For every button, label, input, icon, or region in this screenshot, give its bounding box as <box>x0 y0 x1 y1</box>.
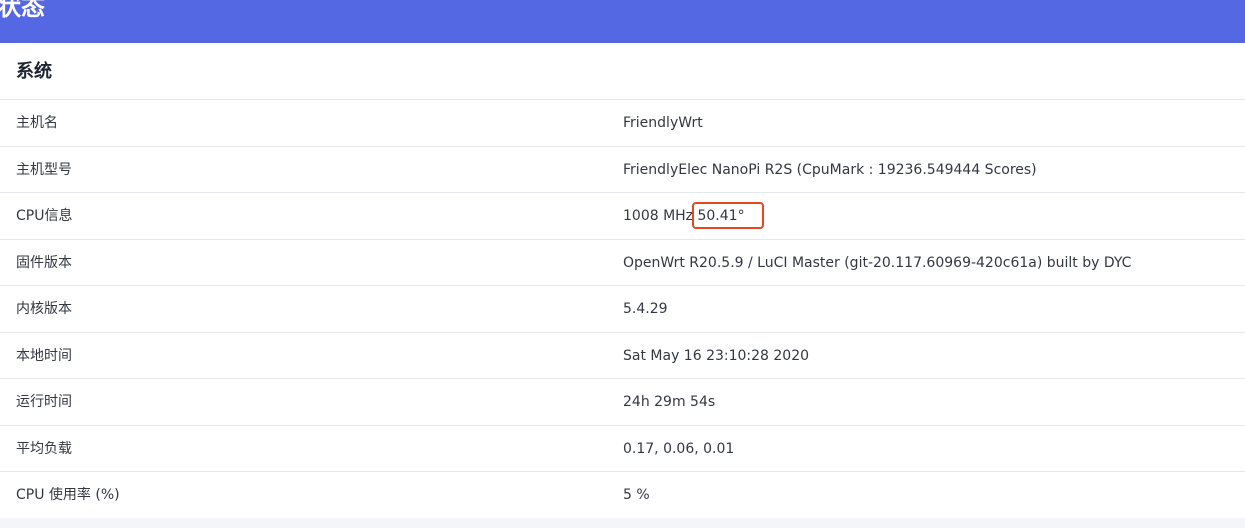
cpu-frequency: 1008 MHz <box>623 208 698 224</box>
row-firmware: 固件版本 OpenWrt R20.5.9 / LuCI Master (git-… <box>0 240 1245 286</box>
row-kernel: 内核版本 5.4.29 <box>0 286 1245 333</box>
row-value: FriendlyWrt <box>623 115 703 131</box>
row-value: FriendlyElec NanoPi R2S (CpuMark : 19236… <box>623 161 1037 178</box>
row-load-average: 平均负载 0.17, 0.06, 0.01 <box>0 426 1245 472</box>
row-label: 平均负载 <box>16 440 72 457</box>
system-panel: 系统 主机名 FriendlyWrt 主机型号 FriendlyElec Nan… <box>0 43 1245 518</box>
row-label: 内核版本 <box>16 301 72 317</box>
row-label: 主机型号 <box>16 161 72 178</box>
row-value: 1008 MHz 50.41° <box>623 193 765 239</box>
row-label: 运行时间 <box>16 394 72 410</box>
row-label: 本地时间 <box>16 347 72 364</box>
row-label: CPU信息 <box>16 208 73 224</box>
row-hostname: 主机名 FriendlyWrt <box>0 100 1245 147</box>
row-value: 5 % <box>623 487 650 503</box>
row-value: Sat May 16 23:10:28 2020 <box>623 347 810 364</box>
cpu-temperature-highlight: 50.41° <box>692 193 765 239</box>
row-label: 固件版本 <box>16 254 72 271</box>
row-label: 主机名 <box>16 115 58 131</box>
footer-strip <box>0 518 1245 528</box>
page-header: 状态 <box>0 0 1245 43</box>
row-value: 24h 29m 54s <box>623 394 716 410</box>
row-uptime: 运行时间 24h 29m 54s <box>0 379 1245 426</box>
row-value: 5.4.29 <box>623 301 668 317</box>
row-value: OpenWrt R20.5.9 / LuCI Master (git-20.11… <box>623 254 1132 271</box>
row-model: 主机型号 FriendlyElec NanoPi R2S (CpuMark : … <box>0 147 1245 193</box>
row-cpu-info: CPU信息 1008 MHz 50.41° <box>0 193 1245 240</box>
row-label: CPU 使用率 (%) <box>16 487 120 503</box>
row-cpu-usage: CPU 使用率 (%) 5 % <box>0 472 1245 519</box>
row-value: 0.17, 0.06, 0.01 <box>623 440 735 457</box>
row-local-time: 本地时间 Sat May 16 23:10:28 2020 <box>0 333 1245 379</box>
page-title: 状态 <box>0 0 45 21</box>
section-title-system: 系统 <box>0 43 1245 100</box>
